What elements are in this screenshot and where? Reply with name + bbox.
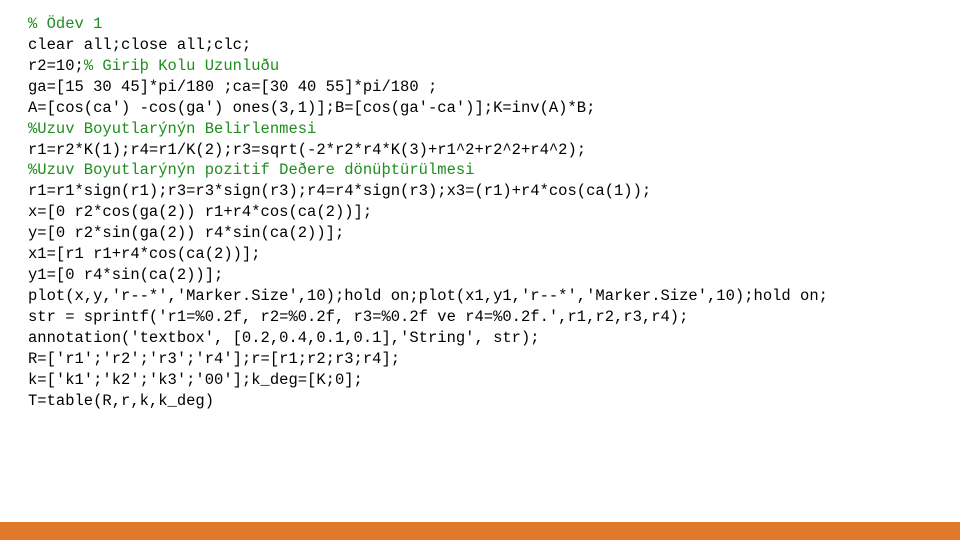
code-line-3a: r2=10; <box>28 57 84 75</box>
footer-bar <box>0 522 960 540</box>
slide: % Ödev 1 clear all;close all;clc; r2=10;… <box>0 0 960 540</box>
code-line-18: k=['k1';'k2';'k3';'00'];k_deg=[K;0]; <box>28 371 363 389</box>
code-line-11: y=[0 r2*sin(ga(2)) r4*sin(ca(2))]; <box>28 224 344 242</box>
code-line-2: clear all;close all;clc; <box>28 36 251 54</box>
comment-6: %Uzuv Boyutlarýnýn Belirlenmesi <box>28 120 316 138</box>
code-block: % Ödev 1 clear all;close all;clc; r2=10;… <box>28 14 940 412</box>
code-line-12: x1=[r1 r1+r4*cos(ca(2))]; <box>28 245 261 263</box>
comment-1: % Ödev 1 <box>28 15 102 33</box>
code-line-14: plot(x,y,'r--*','Marker.Size',10);hold o… <box>28 287 828 305</box>
code-line-7: r1=r2*K(1);r4=r1/K(2);r3=sqrt(-2*r2*r4*K… <box>28 141 586 159</box>
comment-8: %Uzuv Boyutlarýnýn pozitif Deðere dönüþt… <box>28 161 474 179</box>
code-line-17: R=['r1';'r2';'r3';'r4'];r=[r1;r2;r3;r4]; <box>28 350 400 368</box>
comment-3b: % Giriþ Kolu Uzunluðu <box>84 57 279 75</box>
code-line-19: T=table(R,r,k,k_deg) <box>28 392 214 410</box>
code-line-15: str = sprintf('r1=%0.2f, r2=%0.2f, r3=%0… <box>28 308 688 326</box>
code-line-13: y1=[0 r4*sin(ca(2))]; <box>28 266 223 284</box>
code-line-5: A=[cos(ca') -cos(ga') ones(3,1)];B=[cos(… <box>28 99 595 117</box>
code-line-16: annotation('textbox', [0.2,0.4,0.1,0.1],… <box>28 329 540 347</box>
code-line-4: ga=[15 30 45]*pi/180 ;ca=[30 40 55]*pi/1… <box>28 78 437 96</box>
code-line-10: x=[0 r2*cos(ga(2)) r1+r4*cos(ca(2))]; <box>28 203 372 221</box>
code-line-9: r1=r1*sign(r1);r3=r3*sign(r3);r4=r4*sign… <box>28 182 651 200</box>
